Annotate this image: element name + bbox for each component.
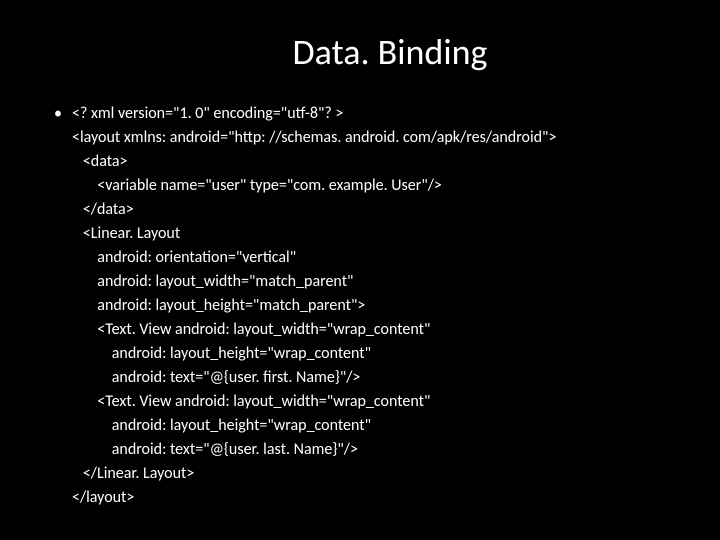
bullet-item: • <? xml version="1. 0" encoding="utf-8"…	[50, 102, 670, 510]
code-line: <Text. View android: layout_width="wrap_…	[72, 318, 556, 342]
code-line: <layout xmlns: android="http: //schemas.…	[72, 126, 556, 150]
slide-container: Data. Binding • <? xml version="1. 0" en…	[0, 0, 720, 530]
code-line: android: text="@{user. last. Name}"/>	[72, 438, 556, 462]
code-line: <data>	[72, 150, 556, 174]
content-block: • <? xml version="1. 0" encoding="utf-8"…	[50, 102, 670, 510]
code-line: </layout>	[72, 486, 556, 510]
code-line: </data>	[72, 198, 556, 222]
code-line: <? xml version="1. 0" encoding="utf-8"? …	[72, 102, 556, 126]
code-block: <? xml version="1. 0" encoding="utf-8"? …	[72, 102, 556, 510]
page-title: Data. Binding	[110, 30, 670, 74]
code-line: <variable name="user" type="com. example…	[72, 174, 556, 198]
code-line: android: layout_width="match_parent"	[72, 270, 556, 294]
bullet-marker: •	[54, 102, 62, 126]
code-line: </Linear. Layout>	[72, 462, 556, 486]
code-line: android: layout_height="wrap_content"	[72, 342, 556, 366]
code-line: android: text="@{user. first. Name}"/>	[72, 366, 556, 390]
code-line: <Linear. Layout	[72, 222, 556, 246]
code-line: <Text. View android: layout_width="wrap_…	[72, 390, 556, 414]
code-line: android: layout_height="wrap_content"	[72, 414, 556, 438]
code-line: android: orientation="vertical"	[72, 246, 556, 270]
code-line: android: layout_height="match_parent">	[72, 294, 556, 318]
